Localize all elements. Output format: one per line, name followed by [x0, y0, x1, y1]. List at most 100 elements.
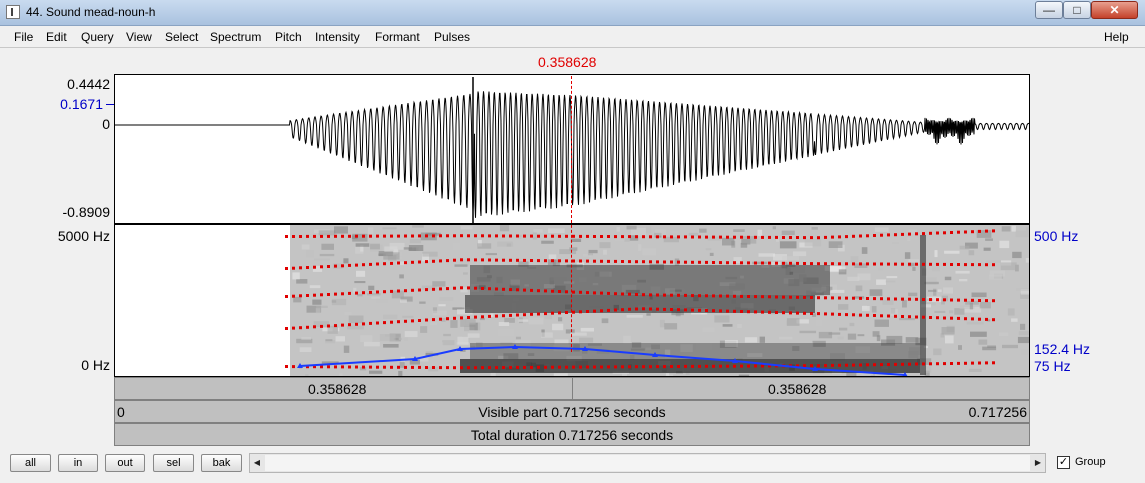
spectrogram-cell [659, 319, 665, 328]
formant-dot [922, 362, 925, 366]
formant-dot [747, 295, 750, 298]
formant-dot [565, 365, 568, 369]
formant-dot [460, 234, 463, 238]
formant-dot [943, 262, 946, 266]
app-icon[interactable] [6, 5, 20, 19]
view-all-button[interactable]: all [10, 454, 51, 472]
formant-dot [810, 312, 813, 315]
formant-dot [600, 309, 603, 313]
menu-pitch[interactable]: Pitch [275, 30, 302, 44]
right-arrow-icon[interactable]: ▶ [1031, 454, 1045, 472]
time-scrollbar[interactable]: ◀ ▶ [249, 453, 1046, 473]
menu-intensity[interactable]: Intensity [315, 30, 360, 44]
spectrogram-cell [999, 332, 1009, 337]
formant-dot [985, 263, 988, 267]
formant-dot [936, 231, 939, 235]
zoom-selection-button[interactable]: sel [153, 454, 194, 472]
spectrogram-cell [885, 280, 896, 283]
menu-pulses[interactable]: Pulses [434, 30, 470, 44]
zoom-in-button[interactable]: in [58, 454, 98, 472]
formant-dot [355, 263, 358, 267]
spectrogram-cell [1002, 344, 1018, 349]
group-checkbox[interactable]: ✓ [1057, 456, 1070, 469]
formant-dot [502, 366, 505, 369]
menu-query[interactable]: Query [81, 30, 114, 44]
formant-dot [537, 312, 540, 316]
spectrogram-cell [968, 250, 975, 256]
formant-dot [516, 365, 519, 369]
formant-dot [418, 260, 421, 264]
formant-dot [712, 364, 715, 368]
spectrogram-cell [924, 281, 939, 285]
spectrogram-cell [772, 226, 776, 230]
spectrogram-view[interactable] [114, 224, 1030, 377]
spectrogram-cell [971, 292, 987, 298]
formant-dot [915, 362, 918, 366]
zoom-out-button[interactable]: out [105, 454, 145, 472]
close-button[interactable]: ✕ [1091, 1, 1138, 19]
formant-dot [950, 362, 953, 365]
menu-formant[interactable]: Formant [375, 30, 420, 44]
scroll-thumb[interactable] [265, 455, 1030, 471]
menu-spectrum[interactable]: Spectrum [210, 30, 261, 44]
formant-dot [600, 235, 603, 238]
zoom-back-button[interactable]: bak [201, 454, 242, 472]
formant-dot [684, 235, 687, 239]
menu-file[interactable]: File [14, 30, 33, 44]
left-arrow-icon[interactable]: ◀ [250, 454, 264, 472]
formant-dot [481, 315, 484, 319]
spectrogram-cell [429, 357, 441, 362]
spectrogram-cell [838, 304, 849, 310]
formant-dot [390, 320, 393, 324]
formant-dot [852, 262, 855, 266]
menu-help[interactable]: Help [1104, 30, 1129, 44]
maximize-button[interactable]: □ [1063, 1, 1091, 19]
formant-dot [789, 236, 792, 239]
waveform-view[interactable] [114, 74, 1030, 224]
spectrogram-cell [450, 320, 458, 328]
formant-dot [817, 312, 820, 316]
total-duration-strip[interactable]: Total duration 0.717256 seconds [114, 423, 1030, 446]
formant-dot [439, 317, 442, 321]
formant-dot [474, 366, 477, 370]
formant-dot [845, 363, 848, 367]
spectrogram-cell [453, 242, 460, 251]
formant-dot [635, 293, 638, 296]
formant-dot [292, 326, 295, 330]
formant-dot [656, 365, 659, 369]
menu-edit[interactable]: Edit [46, 30, 67, 44]
formant-dot [796, 236, 799, 239]
formant-dot [558, 311, 561, 315]
formant-dot [383, 321, 386, 325]
formant-dot [474, 258, 477, 262]
formant-dot [474, 234, 477, 238]
formant-dot [376, 290, 379, 294]
visible-part-strip[interactable]: 0 Visible part 0.717256 seconds 0.717256 [114, 400, 1030, 423]
formant-dot [572, 234, 575, 238]
formant-dot [712, 309, 715, 313]
spectrogram-cell [983, 247, 991, 251]
formant-dot [838, 296, 841, 300]
formant-dot [880, 297, 883, 301]
formant-dot [383, 290, 386, 294]
formant-dot [355, 291, 358, 295]
spectrogram-cell [315, 308, 321, 314]
formant-dot [544, 365, 547, 369]
formant-dot [565, 234, 568, 238]
menu-select[interactable]: Select [165, 30, 198, 44]
spectrogram-cell [343, 345, 350, 353]
formant-dot [355, 234, 358, 238]
formant-dot [537, 259, 540, 263]
formant-dot [656, 307, 659, 311]
minimize-button[interactable]: — [1035, 1, 1063, 19]
formant-dot [824, 235, 827, 239]
spectrogram-cell [559, 249, 577, 255]
formant-dot [992, 229, 995, 233]
formant-dot [929, 362, 932, 366]
formant-dot [810, 236, 813, 240]
spectrogram-cell [430, 322, 438, 325]
spectrogram-bottom-freq: 0 Hz [81, 357, 110, 373]
formant-dot [285, 267, 288, 270]
menu-view[interactable]: View [126, 30, 152, 44]
selection-strip[interactable]: 0.358628 0.358628 [114, 377, 1030, 400]
